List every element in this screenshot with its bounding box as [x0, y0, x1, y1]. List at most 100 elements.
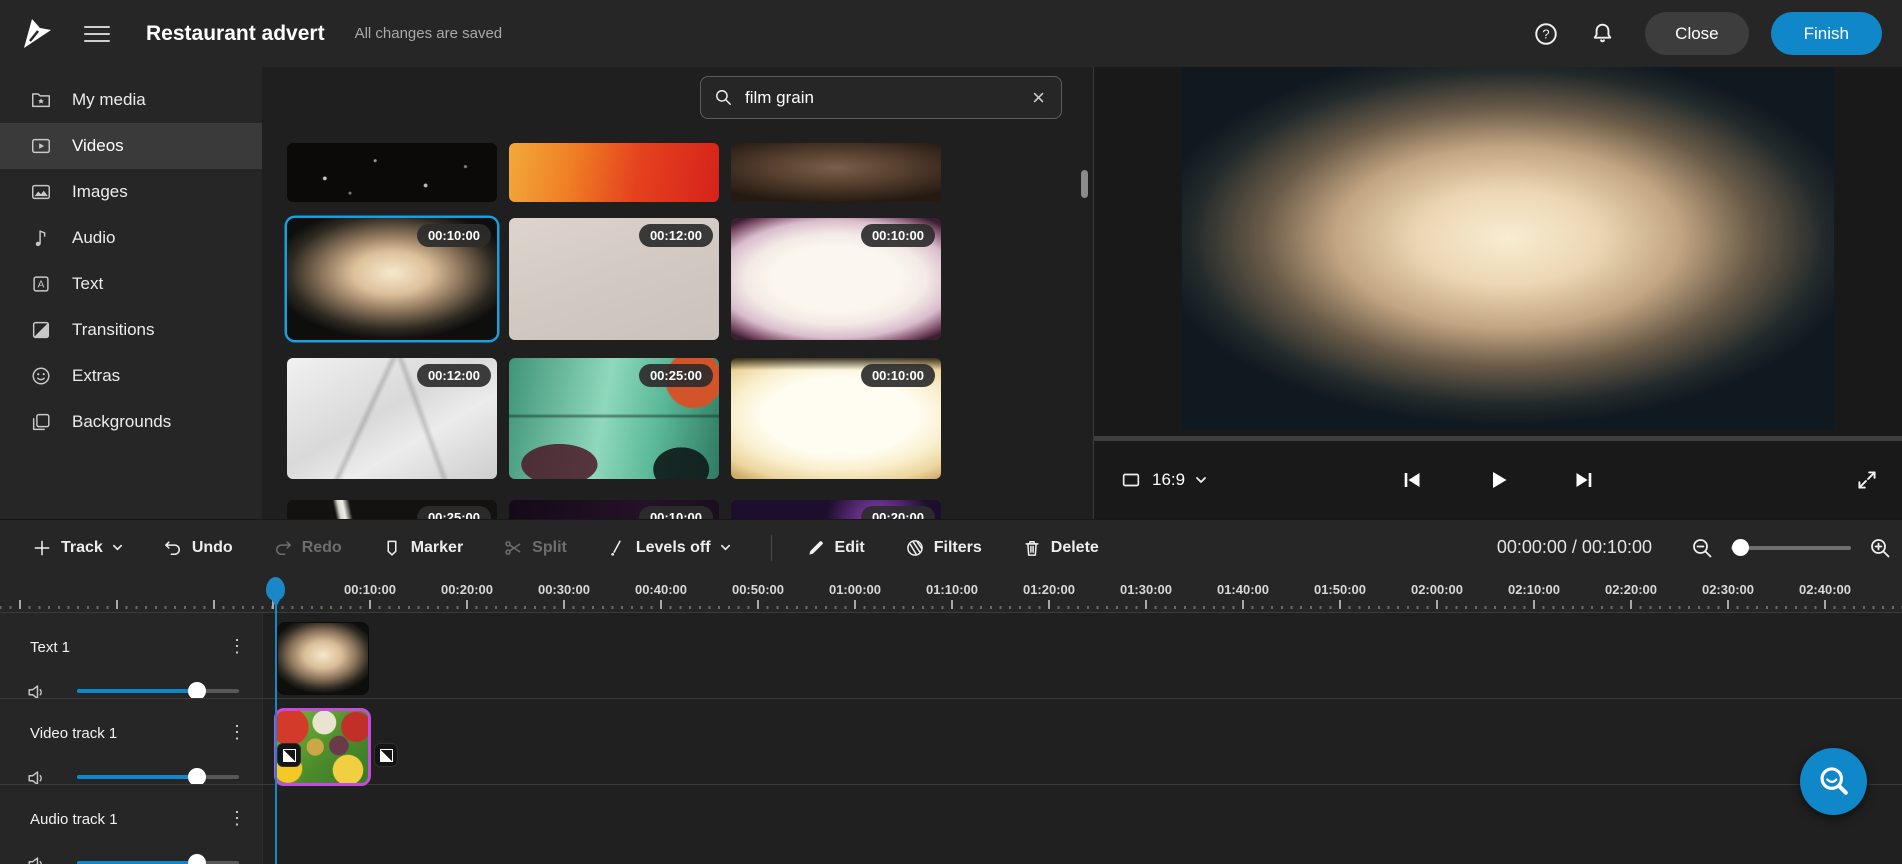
- bell-icon: [1593, 23, 1611, 43]
- media-thumbnail[interactable]: 00:10:00: [731, 218, 941, 340]
- ruler-tick-label: 00:50:00: [731, 582, 785, 597]
- media-scrollbar[interactable]: [1081, 170, 1088, 198]
- search-input[interactable]: [745, 87, 1030, 108]
- media-thumbnail[interactable]: 00:20:00: [731, 500, 941, 519]
- plus-icon: [34, 540, 50, 555]
- project-title: Restaurant advert: [146, 21, 325, 45]
- undo-button[interactable]: Undo: [163, 538, 233, 558]
- media-thumbnail[interactable]: 00:10:00: [509, 500, 719, 519]
- ruler-tick-marks[interactable]: [0, 600, 1902, 609]
- duration-badge: 00:10:00: [860, 364, 935, 387]
- help-button[interactable]: ?: [1531, 19, 1561, 49]
- timeline-toolbar-right: 00:00:00 / 00:10:00: [1497, 536, 1902, 560]
- zoom-in-icon[interactable]: [1868, 536, 1892, 560]
- close-button[interactable]: Close: [1645, 12, 1749, 55]
- volume-thumb[interactable]: [187, 854, 206, 864]
- media-thumbnail[interactable]: 00:12:00: [509, 218, 719, 340]
- ruler-tick-label: 00:40:00: [634, 582, 688, 597]
- hamburger-menu-icon[interactable]: [84, 24, 110, 44]
- delete-label: Delete: [1050, 538, 1099, 556]
- media-thumbnail[interactable]: [287, 143, 497, 202]
- track-options-button[interactable]: ⋮: [228, 637, 246, 655]
- sidebar-item-images[interactable]: Images: [0, 169, 262, 215]
- fullscreen-button[interactable]: [1854, 467, 1880, 493]
- header-actions: ? Close Finish: [1505, 12, 1882, 55]
- clipchamp-logo-icon: [24, 18, 51, 48]
- undo-icon: [164, 540, 180, 555]
- sidebar: My media Videos Images Audio A Text Tran…: [0, 67, 262, 519]
- sidebar-item-backgrounds[interactable]: Backgrounds: [0, 399, 262, 445]
- levels-label: Levels off: [635, 538, 711, 556]
- transition-icon: [282, 748, 296, 762]
- preview-controls: 16:9: [1094, 441, 1902, 519]
- media-thumbnail[interactable]: 00:25:00: [509, 358, 719, 479]
- split-button[interactable]: Split: [503, 538, 567, 558]
- skip-to-end-button[interactable]: [1572, 468, 1596, 492]
- ruler-tick-label: 01:40:00: [1216, 582, 1270, 597]
- text-track-clip[interactable]: [277, 622, 369, 695]
- notifications-button[interactable]: [1587, 19, 1617, 49]
- add-track-button[interactable]: Track: [32, 538, 123, 558]
- text-icon: A: [33, 276, 49, 292]
- aspect-ratio-button[interactable]: 16:9: [1120, 469, 1207, 491]
- skip-to-start-button[interactable]: [1400, 468, 1424, 492]
- sidebar-item-text[interactable]: A Text: [0, 261, 262, 307]
- timeline-tracks: Text 1 ⋮ Video track 1 ⋮ Audio track 1 ⋮: [0, 612, 1902, 864]
- filters-button[interactable]: Filters: [905, 538, 982, 558]
- media-panel: × 00:10:00 00:12:00 00:10:00: [262, 67, 1094, 519]
- volume-fill: [77, 689, 197, 693]
- timeline-zoom-thumb[interactable]: [1732, 538, 1749, 556]
- volume-slider[interactable]: [77, 768, 239, 786]
- sidebar-item-videos[interactable]: Videos: [0, 123, 262, 169]
- sidebar-item-label: Audio: [72, 228, 116, 247]
- track-row-audio-1: Audio track 1 ⋮: [0, 784, 1902, 864]
- track-name: Audio track 1: [30, 811, 118, 828]
- search-clear-button[interactable]: ×: [1029, 86, 1048, 109]
- duration-badge: 00:20:00: [860, 506, 935, 519]
- marker-icon: [387, 540, 397, 556]
- finish-button[interactable]: Finish: [1770, 12, 1882, 55]
- transition-icon: [379, 748, 393, 762]
- marker-button[interactable]: Marker: [382, 538, 463, 558]
- play-button[interactable]: [1486, 468, 1510, 492]
- volume-slider[interactable]: [77, 682, 239, 700]
- playhead-handle[interactable]: [266, 577, 285, 607]
- media-thumbnail-selected[interactable]: 00:10:00: [287, 218, 497, 340]
- track-options-button[interactable]: ⋮: [228, 723, 246, 741]
- sidebar-item-label: Images: [72, 182, 128, 201]
- media-thumbnail[interactable]: 00:12:00: [287, 358, 497, 479]
- search-box[interactable]: ×: [700, 76, 1062, 119]
- ruler-tick-label: 01:30:00: [1119, 582, 1173, 597]
- speaker-icon[interactable]: [26, 853, 48, 864]
- edit-button[interactable]: Edit: [806, 538, 865, 558]
- sidebar-item-extras[interactable]: Extras: [0, 353, 262, 399]
- duration-badge: 00:12:00: [416, 364, 491, 387]
- transition-slot-right[interactable]: [374, 743, 398, 767]
- search-icon: [716, 90, 731, 105]
- sidebar-item-my-media[interactable]: My media: [0, 77, 262, 123]
- timeline-ruler[interactable]: 00 00:10:00 00:20:00 00:30:00 00:40:00 0…: [0, 575, 1902, 612]
- zoom-out-icon[interactable]: [1690, 536, 1714, 560]
- ruler-tick-label: 01:20:00: [1022, 582, 1076, 597]
- redo-icon: [275, 540, 291, 555]
- sidebar-item-audio[interactable]: Audio: [0, 215, 262, 261]
- duration-badge: 00:25:00: [416, 506, 491, 519]
- delete-button[interactable]: Delete: [1022, 538, 1099, 558]
- media-thumbnail[interactable]: [509, 143, 719, 202]
- search-fab[interactable]: [1800, 748, 1867, 815]
- preview-video: [1182, 67, 1834, 430]
- media-thumbnail[interactable]: 00:25:00: [287, 500, 497, 519]
- ruler-tick-label: 01:00:00: [828, 582, 882, 597]
- transition-slot-left[interactable]: [277, 743, 301, 767]
- levels-button[interactable]: Levels off: [607, 538, 731, 558]
- sidebar-item-transitions[interactable]: Transitions: [0, 307, 262, 353]
- duration-badge: 00:25:00: [638, 364, 713, 387]
- main-area: My media Videos Images Audio A Text Tran…: [0, 67, 1902, 519]
- toolbar-divider: [770, 534, 772, 561]
- media-thumbnail[interactable]: [731, 143, 941, 202]
- playhead-line[interactable]: [275, 600, 277, 864]
- timeline-zoom-slider[interactable]: [1731, 538, 1851, 556]
- media-thumbnail[interactable]: 00:10:00: [731, 358, 941, 479]
- track-options-button[interactable]: ⋮: [228, 809, 246, 827]
- redo-button[interactable]: Redo: [273, 538, 342, 558]
